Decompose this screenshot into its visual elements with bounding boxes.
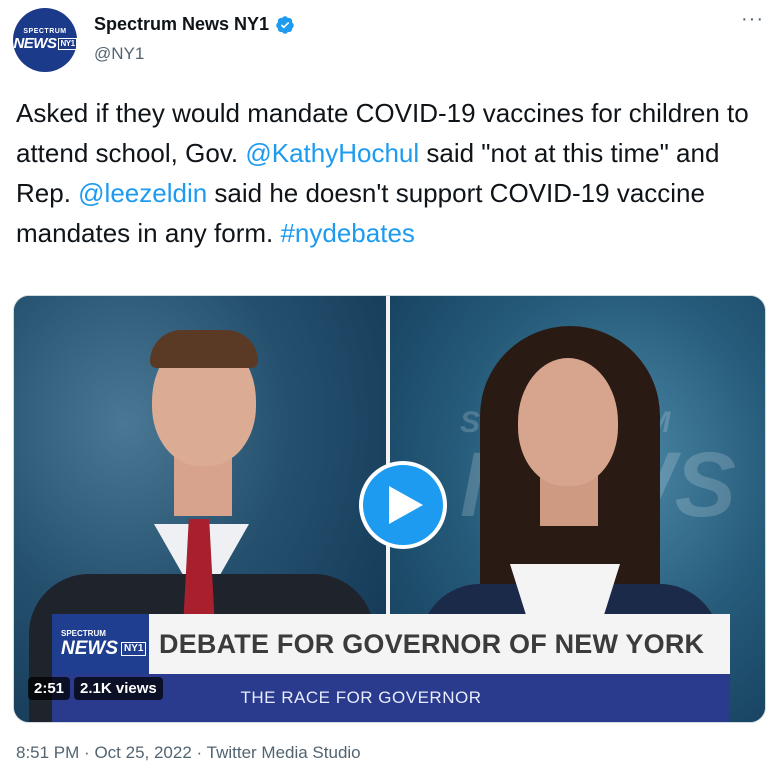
- lower-third-logo: SPECTRUM NEWS NY1: [52, 614, 149, 674]
- lower-third-title: DEBATE FOR GOVERNOR OF NEW YORK: [159, 628, 705, 659]
- video-badges: 2:51 2.1K views: [28, 677, 163, 700]
- video-player[interactable]: SPECTRUM NEWS SPECTRUM NEWS NY1 DEBATE F…: [13, 295, 766, 723]
- meta-separator: ·: [84, 743, 90, 762]
- mention-link[interactable]: @leezeldin: [78, 178, 207, 208]
- tweet-text: Asked if they would mandate COVID-19 vac…: [16, 93, 766, 253]
- video-views: 2.1K views: [74, 677, 163, 700]
- play-icon[interactable]: [359, 461, 447, 549]
- tweet-source[interactable]: Twitter Media Studio: [207, 743, 361, 762]
- lower-third-banner: SPECTRUM NEWS NY1 DEBATE FOR GOVERNOR OF…: [52, 614, 730, 674]
- avatar-small-text: SPECTRUM: [23, 28, 67, 35]
- author-name-row: Spectrum News NY1: [94, 14, 295, 35]
- author-handle[interactable]: @NY1: [94, 44, 144, 64]
- tweet-date[interactable]: Oct 25, 2022: [94, 743, 191, 762]
- avatar-ny1-badge: NY1: [58, 37, 77, 50]
- avatar-logo-text: NEWS: [13, 35, 57, 52]
- lower-third-subtitle-text: THE RACE FOR GOVERNOR: [240, 688, 482, 707]
- tweet-meta: 8:51 PM · Oct 25, 2022 · Twitter Media S…: [16, 743, 361, 763]
- video-duration: 2:51: [28, 677, 71, 700]
- author-display-name[interactable]: Spectrum News NY1: [94, 14, 269, 35]
- tweet-time[interactable]: 8:51 PM: [16, 743, 79, 762]
- lower-third-logo-text: NEWS: [61, 637, 118, 659]
- more-dots-icon[interactable]: ···: [741, 8, 764, 31]
- author-avatar[interactable]: SPECTRUM NEWS NY1: [13, 8, 77, 72]
- meta-separator: ·: [196, 743, 203, 762]
- verified-badge-icon: [276, 15, 294, 34]
- hashtag-link[interactable]: #nydebates: [280, 218, 414, 248]
- lower-third-logo-small: SPECTRUM: [61, 628, 106, 638]
- lower-third-ny1-badge: NY1: [121, 641, 147, 656]
- mention-link[interactable]: @KathyHochul: [245, 138, 419, 168]
